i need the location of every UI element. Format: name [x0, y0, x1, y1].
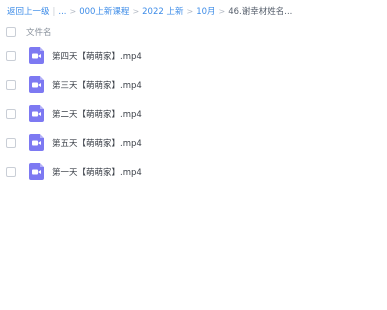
list-item[interactable]: 第四天【萌萌家】.mp4 — [0, 41, 387, 70]
breadcrumb: 返回上一级 | ... > 000上新课程 > 2022 上新 > 10月 > … — [7, 5, 383, 19]
list-item[interactable]: 第二天【萌萌家】.mp4 — [0, 99, 387, 128]
breadcrumb-ellipsis[interactable]: ... — [58, 5, 66, 19]
video-file-icon — [29, 76, 44, 93]
breadcrumb-item-october[interactable]: 10月 — [196, 5, 215, 19]
breadcrumb-separator: > — [132, 7, 140, 16]
breadcrumb-item-2022[interactable]: 2022 上新 — [142, 5, 183, 19]
breadcrumb-separator: > — [218, 7, 226, 16]
breadcrumb-current-folder: 46.谢幸材姓名... — [228, 7, 293, 17]
row-checkbox[interactable] — [6, 50, 16, 61]
back-link[interactable]: 返回上一级 — [7, 5, 50, 19]
row-checkbox[interactable] — [6, 166, 16, 177]
select-all-checkbox[interactable] — [6, 26, 16, 37]
video-file-icon — [29, 105, 44, 122]
list-header: 文件名 — [0, 23, 387, 40]
file-name[interactable]: 第三天【萌萌家】.mp4 — [52, 79, 142, 91]
breadcrumb-item-courses[interactable]: 000上新课程 — [79, 5, 129, 19]
breadcrumb-separator: > — [186, 7, 194, 16]
filename-column-header[interactable]: 文件名 — [26, 26, 52, 38]
video-file-icon — [29, 163, 44, 180]
file-name[interactable]: 第一天【萌萌家】.mp4 — [52, 166, 142, 178]
row-checkbox[interactable] — [6, 108, 16, 119]
file-name[interactable]: 第二天【萌萌家】.mp4 — [52, 108, 142, 120]
video-file-icon — [29, 134, 44, 151]
file-list: 第四天【萌萌家】.mp4 第三天【萌萌家】.mp4 第二天【萌萌家】.mp4 第… — [0, 41, 387, 186]
breadcrumb-divider: | — [52, 7, 56, 17]
video-file-icon — [29, 47, 44, 64]
file-browser: 返回上一级 | ... > 000上新课程 > 2022 上新 > 10月 > … — [0, 0, 387, 310]
list-item[interactable]: 第一天【萌萌家】.mp4 — [0, 157, 387, 186]
file-name[interactable]: 第五天【萌萌家】.mp4 — [52, 137, 142, 149]
row-checkbox[interactable] — [6, 137, 16, 148]
breadcrumb-separator: > — [69, 7, 77, 16]
list-item[interactable]: 第五天【萌萌家】.mp4 — [0, 128, 387, 157]
list-item[interactable]: 第三天【萌萌家】.mp4 — [0, 70, 387, 99]
file-name[interactable]: 第四天【萌萌家】.mp4 — [52, 50, 142, 62]
row-checkbox[interactable] — [6, 79, 16, 90]
